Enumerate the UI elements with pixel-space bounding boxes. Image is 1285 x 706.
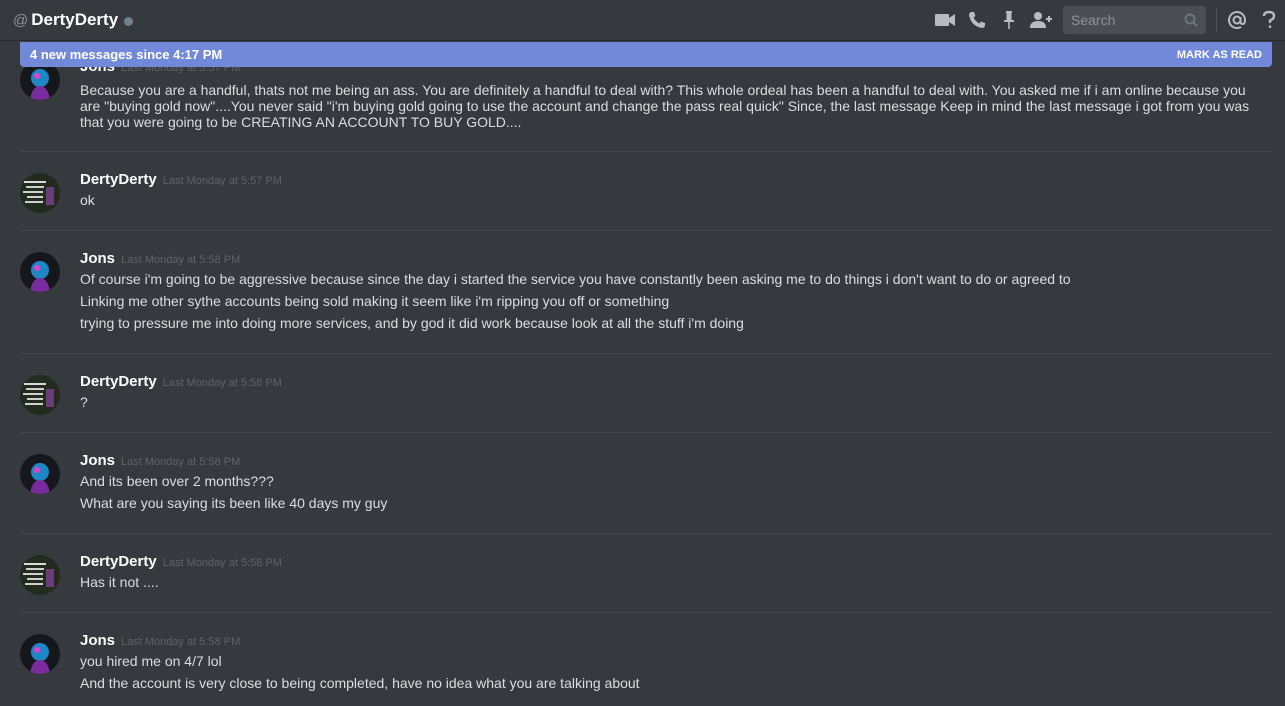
message-divider xyxy=(20,353,1272,354)
message-author[interactable]: DertyDerty xyxy=(80,553,157,570)
avatar[interactable] xyxy=(20,555,60,595)
add-friend-button[interactable] xyxy=(1025,4,1057,36)
message-divider xyxy=(20,230,1272,231)
new-messages-text: 4 new messages since 4:17 PM xyxy=(30,47,223,62)
video-call-button[interactable] xyxy=(929,4,961,36)
channel-header: @ DertyDerty Search xyxy=(0,0,1285,40)
search-input[interactable]: Search xyxy=(1063,6,1206,34)
video-icon xyxy=(935,14,955,26)
channel-title: DertyDerty xyxy=(31,10,119,29)
message-timestamp: Last Monday at 5:58 PM xyxy=(121,636,241,648)
help-icon xyxy=(1262,10,1276,28)
mentions-button[interactable] xyxy=(1221,4,1253,36)
message-content: What are you saying its been like 40 day… xyxy=(80,495,388,511)
avatar[interactable] xyxy=(20,252,60,292)
search-icon xyxy=(1184,13,1198,27)
message-timestamp: Last Monday at 5:58 PM xyxy=(121,254,241,266)
message-divider xyxy=(20,432,1272,433)
message-author[interactable]: DertyDerty xyxy=(80,373,157,390)
help-button[interactable] xyxy=(1253,4,1285,36)
message-timestamp: Last Monday at 5:58 PM xyxy=(121,456,241,468)
mention-icon xyxy=(1228,11,1247,30)
avatar[interactable] xyxy=(20,173,60,213)
message-content: Linking me other sythe accounts being so… xyxy=(80,293,670,309)
avatar[interactable] xyxy=(20,375,60,415)
voice-call-button[interactable] xyxy=(961,4,993,36)
message-author[interactable]: Jons xyxy=(80,632,115,649)
message-content: And the account is very close to being c… xyxy=(80,675,640,691)
message-content: Because you are a handful, thats not me … xyxy=(80,82,1250,130)
avatar[interactable] xyxy=(20,454,60,494)
message-content: And its been over 2 months??? xyxy=(80,473,274,489)
toolbar-divider xyxy=(1216,8,1217,32)
message-divider xyxy=(20,612,1272,613)
message-divider xyxy=(20,533,1272,534)
search-placeholder: Search xyxy=(1071,12,1116,28)
pinned-messages-button[interactable] xyxy=(993,4,1025,36)
message-timestamp: Last Monday at 5:58 PM xyxy=(162,377,282,389)
message-content: Of course i'm going to be aggressive bec… xyxy=(80,271,1071,287)
add-friend-icon xyxy=(1030,12,1052,28)
avatar[interactable] xyxy=(20,634,60,674)
message-timestamp: Last Monday at 5:57 PM xyxy=(162,175,282,187)
message-divider xyxy=(20,151,1272,152)
message-timestamp: Last Monday at 5:58 PM xyxy=(162,557,282,569)
mark-as-read-button[interactable]: MARK AS READ xyxy=(1177,49,1262,61)
message-content: trying to pressure me into doing more se… xyxy=(80,315,744,331)
header-toolbar: Search xyxy=(929,0,1285,40)
message-author[interactable]: Jons xyxy=(80,250,115,267)
message-content: you hired me on 4/7 lol xyxy=(80,653,222,669)
message-content: ok xyxy=(80,192,95,208)
new-messages-banner[interactable]: 4 new messages since 4:17 PM MARK AS REA… xyxy=(20,42,1272,67)
message-author[interactable]: Jons xyxy=(80,452,115,469)
at-icon: @ xyxy=(13,11,29,29)
pin-icon xyxy=(1004,11,1014,29)
message-author[interactable]: DertyDerty xyxy=(80,171,157,188)
message-content: Has it not .... xyxy=(80,574,159,590)
message-content: ? xyxy=(80,394,88,410)
status-indicator xyxy=(124,17,134,26)
phone-icon xyxy=(969,12,985,28)
